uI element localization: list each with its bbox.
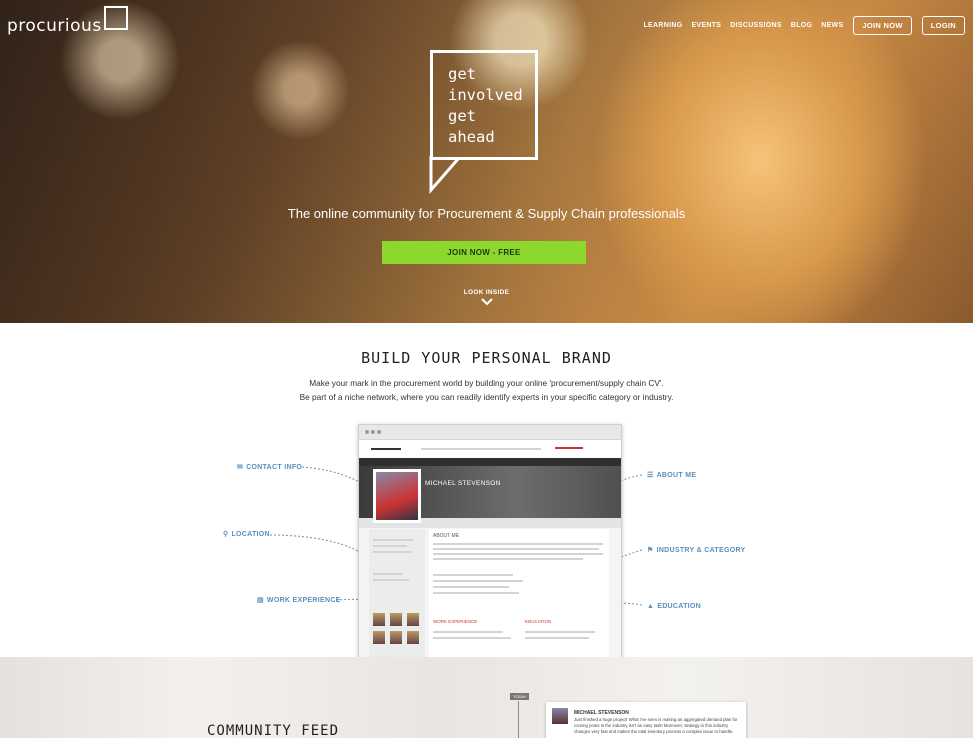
callout-label: CONTACT INFO [246, 464, 303, 471]
callout-location: ⚲ LOCATION [223, 530, 270, 538]
mock-network-thumb [373, 613, 385, 626]
mock-nav [359, 440, 621, 458]
mock-badges [555, 447, 583, 449]
mock-network-thumb [407, 631, 419, 644]
feed-title: COMMUNITY FEED [207, 723, 340, 738]
callout-industry-category: ⚑ INDUSTRY & CATEGORY [647, 546, 746, 554]
feed-card-name: MICHAEL STEVENSON [574, 710, 629, 716]
callout-label: ABOUT ME [656, 472, 697, 479]
mock-text-line [525, 631, 595, 633]
mock-text-line [373, 579, 409, 581]
callout-label: EDUCATION [657, 603, 702, 610]
mock-text-line [433, 631, 503, 633]
mock-main: ABOUT ME WORK EXPERIENCE EDUCATION [429, 529, 609, 659]
callout-contact-info: ✉ CONTACT INFO [237, 463, 302, 471]
mock-text-line [433, 553, 603, 555]
mock-education-heading: EDUCATION [525, 619, 552, 624]
mock-text-line [433, 592, 519, 594]
mock-network-thumb [390, 613, 402, 626]
callout-label: LOCATION [231, 531, 270, 538]
window-dot [377, 430, 381, 434]
mock-network-thumb [390, 631, 402, 644]
mock-text-line [433, 558, 583, 560]
mock-network-thumb [407, 613, 419, 626]
callout-label: WORK EXPERIENCE [266, 597, 341, 604]
map-pin-icon: ⚲ [223, 531, 229, 538]
mock-text-line [433, 548, 599, 550]
mock-nav-links [421, 448, 541, 450]
mock-about-heading: ABOUT ME [433, 533, 460, 539]
mock-text-line [433, 580, 523, 582]
profile-mockup: MICHAEL STEVENSON ABOUT ME WORK EXPERIEN… [358, 424, 622, 660]
callout-education: ▲ EDUCATION [647, 603, 701, 610]
mock-text-line [373, 539, 413, 541]
mock-work-heading: WORK EXPERIENCE [433, 619, 478, 624]
feed-card-text: Just finished a huge project! What I've … [574, 717, 738, 734]
feed-card[interactable]: MICHAEL STEVENSON Just finished a huge p… [546, 702, 746, 738]
today-label: TODAY [510, 693, 530, 700]
mock-text-line [433, 543, 603, 545]
browser-bar [359, 425, 621, 440]
envelope-icon: ✉ [237, 464, 244, 471]
mock-network-thumb [373, 631, 385, 644]
list-icon: ☰ [647, 472, 654, 479]
mock-logo [371, 448, 401, 450]
mock-text-line [373, 573, 403, 575]
mock-text-line [373, 545, 407, 547]
mock-text-line [433, 574, 513, 576]
feed-overlay [0, 657, 973, 738]
callout-work-experience: ▤ WORK EXPERIENCE [257, 596, 341, 604]
mock-text-line [525, 637, 589, 639]
callout-label: INDUSTRY & CATEGORY [656, 547, 746, 554]
mock-text-line [433, 637, 511, 639]
graduation-cap-icon: ▲ [647, 603, 655, 610]
mock-search-bar [359, 458, 621, 466]
callout-about-me: ☰ ABOUT ME [647, 471, 696, 479]
timeline-line [518, 701, 519, 738]
briefcase-icon: ▤ [257, 597, 264, 604]
mock-sidebar [369, 529, 425, 659]
mock-profile-photo [373, 469, 421, 523]
mock-profile-name: MICHAEL STEVENSON [425, 480, 501, 487]
window-dot [371, 430, 375, 434]
window-dot [365, 430, 369, 434]
mock-text-line [433, 586, 509, 588]
mock-text-line [373, 551, 411, 553]
community-feed-section: COMMUNITY FEED TODAY MICHAEL STEVENSON J… [0, 657, 973, 738]
tags-icon: ⚑ [647, 547, 654, 554]
avatar [552, 708, 568, 724]
